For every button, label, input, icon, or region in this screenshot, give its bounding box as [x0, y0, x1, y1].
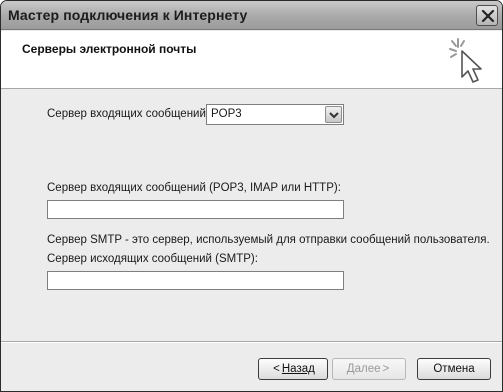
incoming-server-type-value: POP3	[211, 108, 242, 120]
wizard-header: Серверы электронной почты	[1, 31, 502, 89]
back-button-label: Назад	[281, 363, 315, 375]
window-title: Мастер подключения к Интернету	[8, 7, 248, 23]
chevron-down-icon	[329, 112, 339, 119]
cancel-button-label: Отмена	[433, 363, 475, 375]
incoming-server-type-select[interactable]: POP3	[206, 104, 344, 125]
next-button-label: Далее	[346, 363, 381, 375]
wizard-sparkle-cursor-icon	[449, 38, 482, 83]
page-title: Серверы электронной почты	[22, 42, 197, 56]
cancel-button[interactable]: Отмена	[417, 358, 491, 380]
back-arrow: <	[273, 363, 280, 375]
title-bar[interactable]: Мастер подключения к Интернету	[1, 1, 502, 30]
dropdown-button[interactable]	[325, 106, 342, 123]
outgoing-server-input[interactable]	[47, 271, 344, 290]
close-button[interactable]	[476, 5, 498, 26]
incoming-server-type-label: Сервер входящих сообщений:	[47, 108, 210, 120]
footer-separator	[1, 341, 502, 343]
next-arrow: >	[382, 363, 390, 375]
incoming-server-input[interactable]	[47, 200, 344, 219]
next-button[interactable]: Далее >	[332, 358, 406, 380]
wizard-window: Мастер подключения к Интернету Серверы э…	[0, 0, 503, 392]
incoming-server-label: Сервер входящих сообщений (POP3, IMAP ил…	[47, 182, 341, 194]
outgoing-server-label: Сервер исходящих сообщений (SMTP):	[47, 253, 258, 265]
back-button[interactable]: < Назад	[258, 358, 328, 380]
smtp-description: Сервер SMTP - это сервер, используемый д…	[47, 234, 490, 246]
close-icon	[481, 9, 495, 23]
